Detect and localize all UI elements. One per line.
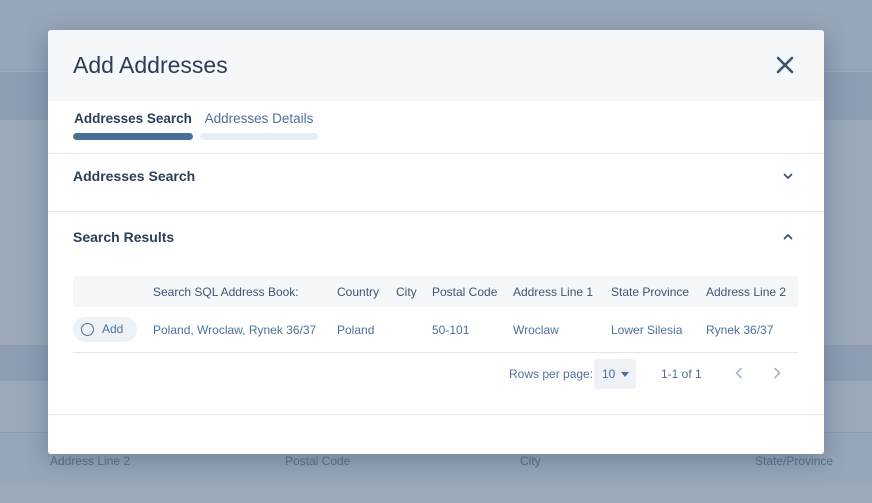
background-label: State/Province [755,454,834,468]
radio-icon [81,323,94,336]
rows-per-page-label: Rows per page: [509,367,594,381]
column-header: Country [337,285,380,299]
cell-state-province: Lower Silesia [611,323,683,337]
page-range: 1-1 of 1 [661,367,702,381]
rows-per-page-value: 10 [602,367,616,381]
results-table: Search SQL Address Book: Country City Po… [73,276,798,393]
cell-search: Poland, Wroclaw, Rynek 36/37 [153,323,317,337]
rows-per-page-select[interactable]: 10 [594,359,636,389]
close-button[interactable] [774,54,796,76]
chevron-left-icon[interactable] [732,366,746,380]
background-label: Postal Code [285,454,351,468]
column-header: City [396,285,417,299]
modal-title: Add Addresses [73,52,228,78]
cell-country: Poland [337,323,375,337]
add-addresses-modal: Add Addresses Addresses Search Addresses… [48,30,824,454]
cell-postal-code: 50-101 [432,323,470,337]
section-title: Addresses Search [73,168,196,184]
add-label: Add [102,322,124,336]
chevron-down-icon[interactable] [782,170,794,182]
column-header: State Province [611,285,690,299]
tab-bar: Addresses Search Addresses Details [48,101,824,154]
cell-address-line-1: Wroclaw [513,323,559,337]
background-label: City [520,454,541,468]
addresses-search-section[interactable]: Addresses Search [48,154,824,212]
column-header: Address Line 2 [706,285,787,299]
caret-down-icon [621,372,629,377]
tab-addresses-details[interactable]: Addresses Details [200,111,318,126]
column-header: Search SQL Address Book: [153,285,299,299]
column-header: Postal Code [432,285,498,299]
background-label: Address Line 2 [50,454,131,468]
active-tab-indicator [73,133,193,140]
chevron-up-icon[interactable] [782,231,794,243]
add-address-button[interactable]: Add [73,317,137,342]
cell-address-line-2: Rynek 36/37 [706,323,774,337]
search-results-section: Search Results Search SQL Address Book: … [48,212,824,415]
column-header: Address Line 1 [513,285,594,299]
modal-header: Add Addresses [48,30,824,101]
close-icon [776,56,794,74]
inactive-tab-indicator [200,133,318,140]
pagination: Rows per page: 10 1-1 of 1 [73,353,798,393]
tab-addresses-search[interactable]: Addresses Search [73,111,193,126]
background-column-labels: Address Line 2 Postal Code City State/Pr… [0,454,872,470]
section-title: Search Results [73,229,175,245]
table-row: Add Poland, Wroclaw, Rynek 36/37 Poland … [73,307,798,353]
chevron-right-icon[interactable] [770,366,784,380]
table-header: Search SQL Address Book: Country City Po… [73,276,798,307]
